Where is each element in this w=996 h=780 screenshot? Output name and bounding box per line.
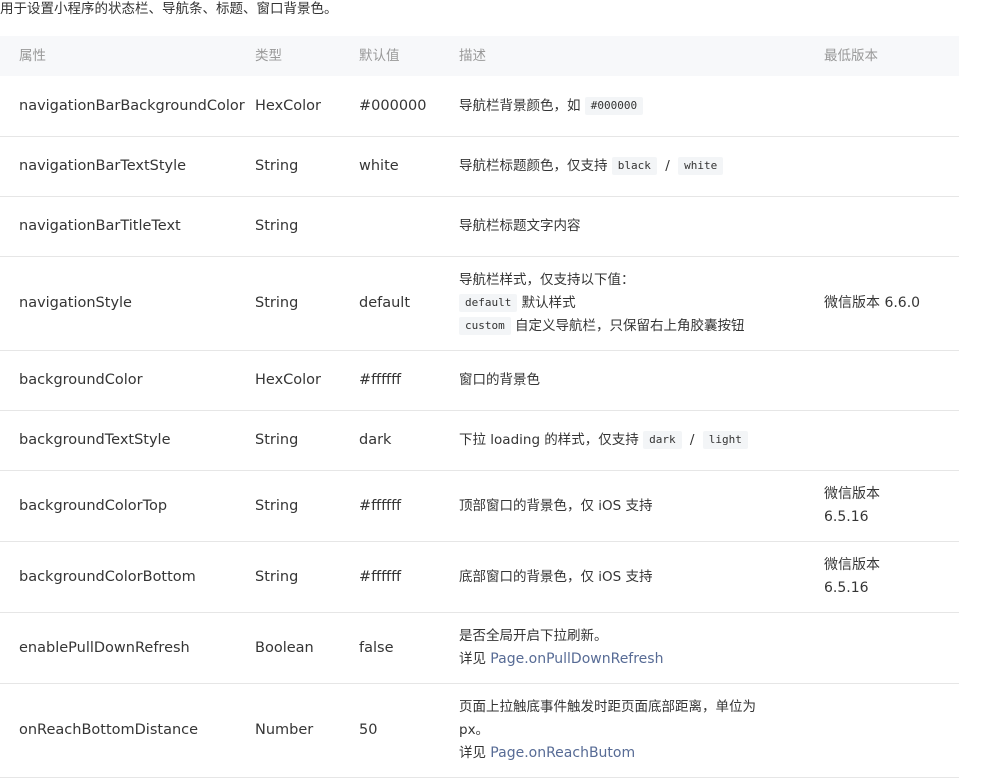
separator: / [689,432,695,448]
table-header: 属性 类型 默认值 描述 最低版本 [0,36,959,76]
desc-text: 默认样式 [521,295,576,311]
table-row: backgroundTextStyle String dark 下拉 loadi… [0,411,959,471]
version-number: 6.5.16 [824,509,869,525]
prop-name: backgroundColorBottom [19,568,196,585]
prop-version: 微信版本 6.6.0 [824,295,921,311]
table-row: enablePullDownRefresh Boolean false 是否全局… [0,613,959,684]
prop-type: HexColor [255,97,322,114]
prop-name: navigationBarBackgroundColor [19,97,245,114]
prop-type: String [255,295,299,311]
prop-default: default [359,295,411,311]
prop-desc: 导航栏标题颜色，仅支持 black / white [459,155,824,178]
intro-text: 用于设置小程序的状态栏、导航条、标题、窗口背景色。 [0,1,338,17]
desc-line: 导航栏样式，仅支持以下值： [459,272,635,288]
table-row: backgroundColor HexColor #ffffff 窗口的背景色 [0,351,959,411]
prop-type: String [255,218,299,234]
table-row: backgroundColorBottom String #ffffff 底部窗… [0,542,959,613]
header-version: 最低版本 [824,47,878,64]
desc-text: 底部窗口的背景色，仅 iOS 支持 [459,568,653,585]
prop-default: white [359,158,399,174]
version-label: 微信版本 [824,557,880,573]
prop-desc: 是否全局开启下拉刷新。 详见 Page.onPullDownRefresh [459,625,824,671]
desc-text: 下拉 loading 的样式，仅支持 [459,432,639,448]
prop-default: #ffffff [359,372,402,388]
prop-default: 50 [359,722,378,738]
desc-prefix: 详见 [459,651,486,667]
prop-type: String [255,568,299,585]
prop-name: onReachBottomDistance [19,722,199,738]
prop-default: #ffffff [359,497,402,514]
desc-line: 详见 Page.onReachButom [459,742,824,765]
prop-default: dark [359,432,392,448]
version-label: 微信版本 [824,486,880,502]
desc-text: 导航栏背景颜色，如 [459,97,581,114]
prop-desc: 窗口的背景色 [459,369,824,392]
prop-name: backgroundTextStyle [19,432,171,448]
prop-desc: 顶部窗口的背景色，仅 iOS 支持 [459,495,824,518]
table-row: navigationBarBackgroundColor HexColor #0… [0,76,959,137]
prop-default: #000000 [359,97,427,114]
prop-desc: 页面上拉触底事件触发时距页面底部距离，单位为 px。 详见 Page.onRea… [459,696,824,765]
desc-text: 顶部窗口的背景色，仅 iOS 支持 [459,497,653,514]
prop-version: 微信版本 6.5.16 [824,483,959,529]
prop-desc: 导航栏样式，仅支持以下值： default 默认样式 custom 自定义导航栏… [459,269,824,338]
code-snippet: light [702,431,748,449]
code-snippet: default [459,294,518,312]
desc-line: default 默认样式 [459,292,824,315]
header-desc: 描述 [459,47,486,64]
desc-line: 是否全局开启下拉刷新。 [459,628,608,644]
prop-type: HexColor [255,372,322,388]
table-row: navigationBarTitleText String 导航栏标题文字内容 [0,197,959,257]
prop-name: backgroundColor [19,372,143,388]
prop-name: navigationBarTextStyle [19,158,187,174]
desc-text: 窗口的背景色 [459,372,540,388]
prop-type: String [255,497,299,514]
table-row: navigationBarTextStyle String white 导航栏标… [0,137,959,197]
table-row: onReachBottomDistance Number 50 页面上拉触底事件… [0,684,959,778]
prop-default: #ffffff [359,568,402,585]
separator: / [665,158,670,174]
config-table: 属性 类型 默认值 描述 最低版本 navigationBarBackgroun… [0,36,959,778]
header-default: 默认值 [359,47,400,64]
prop-desc: 导航栏标题文字内容 [459,215,824,238]
header-prop: 属性 [19,47,46,64]
prop-desc: 导航栏背景颜色，如 #000000 [459,95,824,118]
prop-name: navigationStyle [19,295,132,311]
desc-line: px。 [459,722,490,738]
code-snippet: dark [643,431,682,449]
desc-line: 详见 Page.onPullDownRefresh [459,648,824,671]
code-snippet: custom [459,317,511,335]
page-link-reachbottom[interactable]: Page.onReachButom [490,745,635,761]
prop-type: Number [255,722,314,738]
prop-type: Boolean [255,639,314,656]
prop-name: enablePullDownRefresh [19,639,190,656]
prop-version: 微信版本 6.5.16 [824,554,959,600]
desc-text: 导航栏标题文字内容 [459,218,581,234]
prop-name: backgroundColorTop [19,497,168,514]
prop-type: String [255,158,299,174]
code-snippet: white [678,157,724,175]
desc-prefix: 详见 [459,745,486,761]
desc-line: custom 自定义导航栏，只保留右上角胶囊按钮 [459,315,824,338]
desc-text: 导航栏标题颜色，仅支持 [459,158,608,174]
code-snippet: #000000 [584,96,644,115]
header-type: 类型 [255,47,282,64]
prop-name: navigationBarTitleText [19,218,181,234]
table-row: backgroundColorTop String #ffffff 顶部窗口的背… [0,471,959,542]
code-snippet: black [611,157,657,175]
page-link-pulldownrefresh[interactable]: Page.onPullDownRefresh [490,651,663,667]
prop-default: false [359,639,394,656]
prop-desc: 下拉 loading 的样式，仅支持 dark / light [459,429,824,452]
version-number: 6.5.16 [824,580,869,596]
prop-desc: 底部窗口的背景色，仅 iOS 支持 [459,566,824,589]
table-row: navigationStyle String default 导航栏样式，仅支持… [0,257,959,351]
desc-text: 自定义导航栏，只保留右上角胶囊按钮 [515,318,745,334]
desc-line: 页面上拉触底事件触发时距页面底部距离，单位为 [459,699,756,715]
prop-type: String [255,432,299,448]
